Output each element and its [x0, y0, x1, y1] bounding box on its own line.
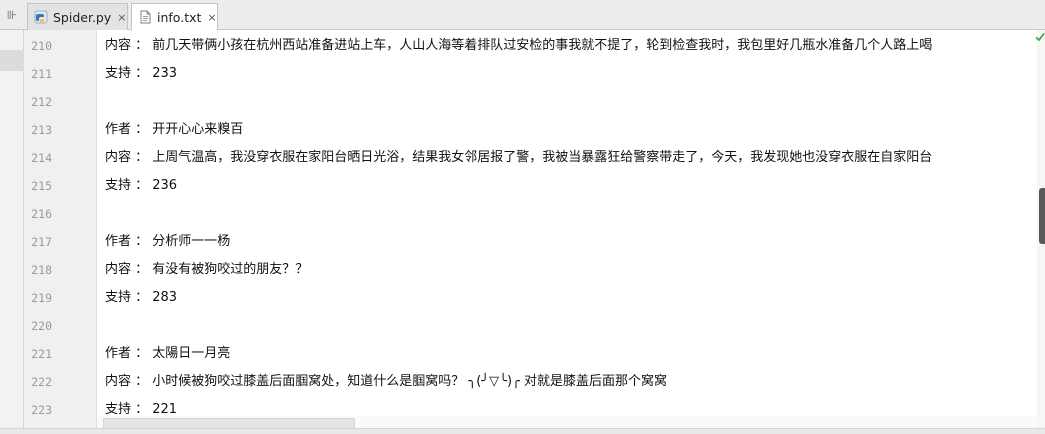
- editor-line[interactable]: 支持 ： 233: [105, 60, 177, 88]
- inspection-ok-icon[interactable]: [1035, 32, 1045, 42]
- editor-line[interactable]: 内容 ： 前几天带俩小孩在杭州西站准备进站上车，人山人海等着排队过安检的事我就不…: [105, 32, 932, 60]
- right-marker-strip: [1035, 30, 1045, 434]
- editor-line[interactable]: 作者 ： 分析师一一杨: [105, 228, 230, 256]
- vertical-scrollbar-thumb[interactable]: [1039, 188, 1045, 244]
- editor-line[interactable]: 内容 ： 小时候被狗咬过膝盖后面腘窝处，知道什么是腘窝吗？ ╮(╯▽╰)╭ 对就…: [105, 368, 667, 396]
- editor-line[interactable]: 内容 ： 上周气温高，我没穿衣服在家阳台晒日光浴，结果我女邻居报了警，我被当暴露…: [105, 144, 932, 172]
- editor-line[interactable]: 作者 ： 开开心心来糗百: [105, 116, 243, 144]
- editor-line[interactable]: 支持 ： 236: [105, 172, 177, 200]
- editor-text-clip: 内容 ： 前几天带俩小孩在杭州西站准备进站上车，人山人海等着排队过安检的事我就不…: [0, 0, 1037, 434]
- editor-line[interactable]: 作者 ： 太陽日一月亮: [105, 340, 230, 368]
- status-divider: [0, 428, 1045, 434]
- editor-line[interactable]: 支持 ： 283: [105, 284, 177, 312]
- editor-line[interactable]: 内容 ： 有没有被狗咬过的朋友？？: [105, 256, 308, 284]
